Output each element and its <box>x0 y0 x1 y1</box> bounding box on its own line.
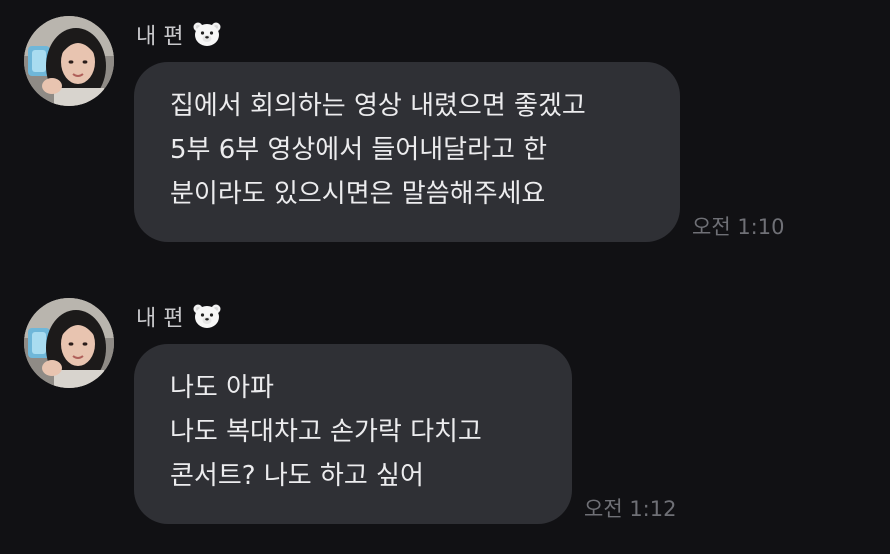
sender-name-label: 내 편 <box>136 306 184 332</box>
avatar[interactable] <box>24 16 114 106</box>
sender-name-label: 내 편 <box>136 24 184 50</box>
message-group: 내 편 집에서 회의하는 영상 내렸으면 좋겠고 5부 6부 영상에서 들어내달… <box>0 0 890 260</box>
profile-photo <box>24 298 114 388</box>
sender-name[interactable]: 내 편 <box>136 303 222 336</box>
avatar[interactable] <box>24 298 114 388</box>
message-line: 나도 복대차고 손가락 다치고 <box>170 417 482 447</box>
profile-photo <box>24 16 114 106</box>
message-timestamp: 오전 1:12 <box>584 497 677 521</box>
message-line: 콘서트? 나도 하고 싶어 <box>170 461 424 491</box>
message-line: 분이라도 있으시면은 말씀해주세요 <box>170 179 546 209</box>
polar-bear-icon <box>192 303 222 336</box>
message-line: 집에서 회의하는 영상 내렸으면 좋겠고 <box>170 91 586 121</box>
sender-name[interactable]: 내 편 <box>136 21 222 54</box>
message-line: 나도 아파 <box>170 373 274 403</box>
message-bubble[interactable]: 나도 아파 나도 복대차고 손가락 다치고 콘서트? 나도 하고 싶어 <box>134 344 572 524</box>
polar-bear-icon <box>192 21 222 54</box>
message-line: 5부 6부 영상에서 들어내달라고 한 <box>170 135 548 165</box>
message-group: 내 편 나도 아파 나도 복대차고 손가락 다치고 콘서트? 나도 하고 싶어 <box>0 280 890 540</box>
message-timestamp: 오전 1:10 <box>692 215 785 239</box>
message-bubble[interactable]: 집에서 회의하는 영상 내렸으면 좋겠고 5부 6부 영상에서 들어내달라고 한… <box>134 62 680 242</box>
chat-screen: 내 편 집에서 회의하는 영상 내렸으면 좋겠고 5부 6부 영상에서 들어내달… <box>0 0 890 554</box>
